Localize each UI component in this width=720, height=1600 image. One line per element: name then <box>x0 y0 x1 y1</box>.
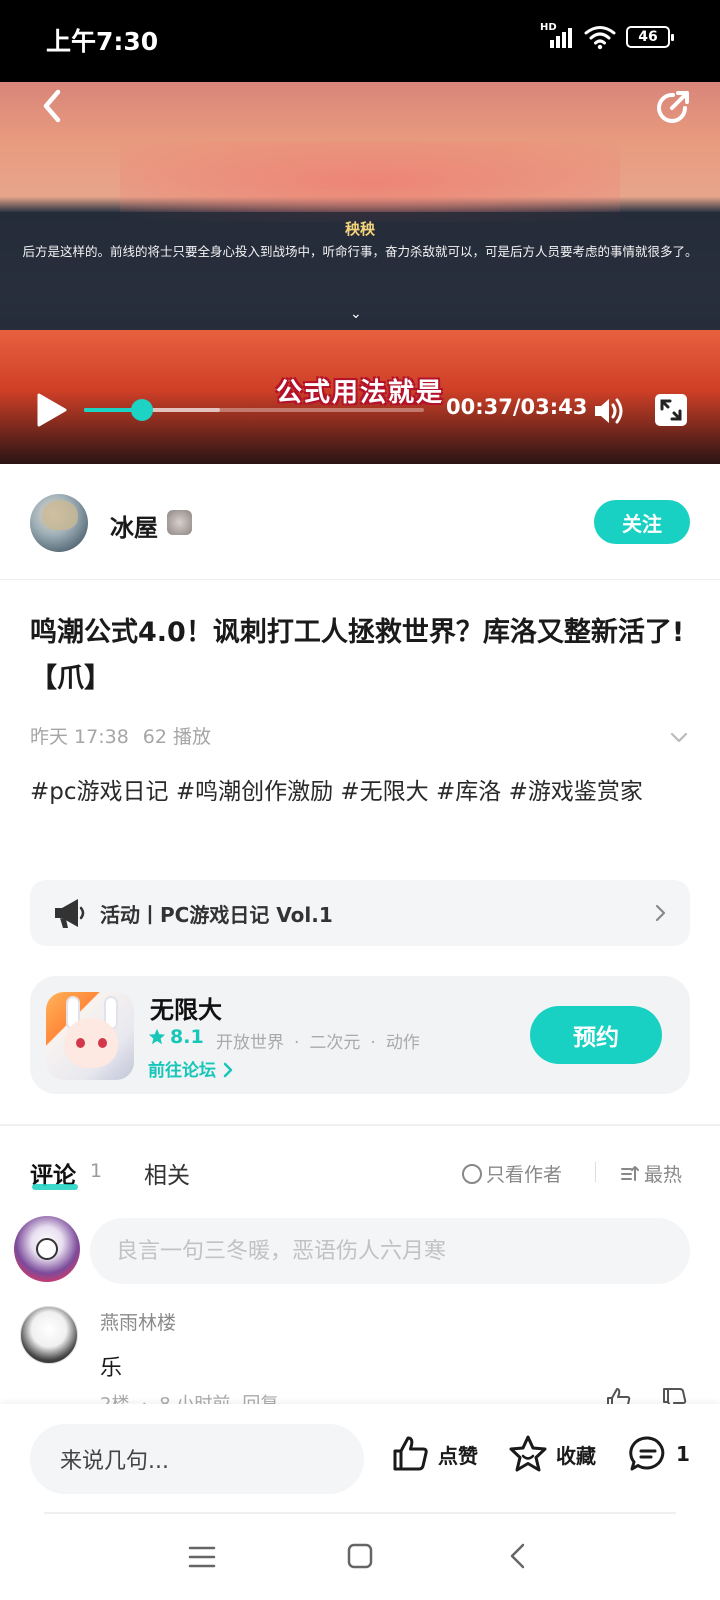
game-categories: 开放世界 · 二次元 · 动作 <box>216 1033 420 1053</box>
post-plays: 62 播放 <box>142 726 212 748</box>
sort-label: 最热 <box>644 1164 683 1186</box>
author-badge-icon <box>167 510 192 535</box>
activity-banner[interactable]: 活动丨PC游戏日记 Vol.1 <box>30 880 690 946</box>
follow-button[interactable]: 关注 <box>594 500 690 544</box>
bottom-action-bar: 来说几句... 点赞 收藏 1 <box>0 1404 720 1516</box>
video-controls: 00:37/03:43 <box>0 382 720 442</box>
comment-text: 乐 <box>100 1356 123 1381</box>
wifi-icon <box>584 26 616 50</box>
battery-icon: 46 <box>626 26 674 48</box>
game-rating-value: 8.1 <box>170 1026 204 1048</box>
sort-icon <box>621 1165 639 1181</box>
nav-back-icon[interactable] <box>506 1542 530 1570</box>
commenter-avatar[interactable] <box>20 1306 78 1364</box>
status-time: 上午7:30 <box>46 27 159 56</box>
battery-level: 46 <box>638 29 658 45</box>
forum-link-label: 前往论坛 <box>148 1061 216 1081</box>
chevron-right-icon <box>223 1062 233 1078</box>
game-icon[interactable] <box>46 992 134 1080</box>
megaphone-icon <box>55 899 85 928</box>
post-tags[interactable]: #pc游戏日记 #鸣潮创作激励 #无限大 #库洛 #游戏鉴赏家 <box>30 768 700 816</box>
my-avatar[interactable] <box>14 1216 80 1282</box>
star-outline-icon <box>509 1435 547 1472</box>
comments-count: 1 <box>90 1160 103 1182</box>
only-author-label: 只看作者 <box>486 1164 563 1186</box>
game-category: 开放世界 <box>216 1033 284 1053</box>
quick-comment-input[interactable]: 来说几句... <box>30 1424 364 1494</box>
comment-input[interactable] <box>90 1218 690 1284</box>
forum-link[interactable]: 前往论坛 <box>148 1056 234 1081</box>
reserve-button[interactable]: 预约 <box>530 1006 662 1064</box>
menu-icon[interactable] <box>188 1544 216 1570</box>
active-tab-indicator <box>32 1184 78 1190</box>
back-icon[interactable] <box>34 86 74 126</box>
volume-icon[interactable] <box>592 394 626 428</box>
star-icon <box>148 1028 166 1045</box>
like-label: 点赞 <box>438 1443 478 1468</box>
video-subtitle: 后方是这样的。前线的将士只要全身心投入到战场中，听命行事，奋力杀敌就可以，可是后… <box>22 244 698 259</box>
chevron-down-icon[interactable] <box>668 726 690 748</box>
game-card[interactable]: 无限大 8.1 开放世界 · 二次元 · 动作 前往论坛 预约 <box>30 976 690 1094</box>
game-rating: 8.1 <box>148 1026 204 1048</box>
author-avatar[interactable] <box>30 494 88 552</box>
thumbs-up-icon <box>393 1436 428 1471</box>
status-icons: HD 46 <box>540 22 674 50</box>
radio-circle-icon <box>462 1163 482 1184</box>
like-button[interactable]: 点赞 <box>390 1434 478 1474</box>
sort-button[interactable]: 最热 <box>620 1160 682 1187</box>
game-category: 二次元 <box>309 1033 361 1053</box>
favorite-label: 收藏 <box>556 1443 596 1468</box>
play-icon[interactable] <box>34 392 68 428</box>
comment-count-button[interactable]: 1 <box>628 1434 690 1474</box>
post-title: 鸣潮公式4.0！讽刺打工人拯救世界？库洛又整新活了!【爪】 <box>30 617 685 694</box>
author-row: 冰屋 关注 <box>0 464 720 580</box>
share-icon[interactable] <box>652 86 694 128</box>
comment-tabs: 评论 1 相关 只看作者 最热 <box>0 1152 720 1202</box>
commenter-name[interactable]: 燕雨林楼 <box>100 1308 176 1335</box>
video-player[interactable]: 秧秧 后方是这样的。前线的将士只要全身心投入到战场中，听命行事，奋力杀敌就可以，… <box>0 82 720 464</box>
game-category: 动作 <box>385 1033 420 1053</box>
progress-knob[interactable] <box>130 399 153 421</box>
tab-related[interactable]: 相关 <box>144 1156 190 1190</box>
only-author-toggle[interactable]: 只看作者 <box>462 1160 562 1187</box>
video-time: 00:37/03:43 <box>446 395 588 419</box>
network-type: HD <box>540 22 557 33</box>
progress-bar[interactable] <box>84 399 424 421</box>
fullscreen-icon[interactable] <box>654 393 688 427</box>
chevron-right-icon <box>655 904 666 922</box>
status-bar: 上午7:30 HD 46 <box>0 0 720 82</box>
comment-count: 1 <box>676 1442 690 1466</box>
video-speaker-name: 秧秧 <box>344 220 375 238</box>
quick-comment-placeholder: 来说几句... <box>60 1449 169 1474</box>
post-meta: 昨天 17:38 62 播放 <box>30 722 211 749</box>
post-date: 昨天 17:38 <box>30 726 129 748</box>
system-nav-bar <box>0 1516 720 1600</box>
author-name[interactable]: 冰屋 <box>110 508 158 543</box>
activity-label: 活动丨PC游戏日记 Vol.1 <box>100 903 333 927</box>
favorite-button[interactable]: 收藏 <box>508 1434 596 1474</box>
dialog-next-icon: ⌄ <box>350 306 362 322</box>
game-name: 无限大 <box>150 996 222 1024</box>
comment-bubble-icon <box>629 1436 665 1471</box>
home-icon[interactable] <box>346 1542 374 1570</box>
signal-icon: HD <box>540 22 574 50</box>
section-divider <box>0 1124 720 1126</box>
